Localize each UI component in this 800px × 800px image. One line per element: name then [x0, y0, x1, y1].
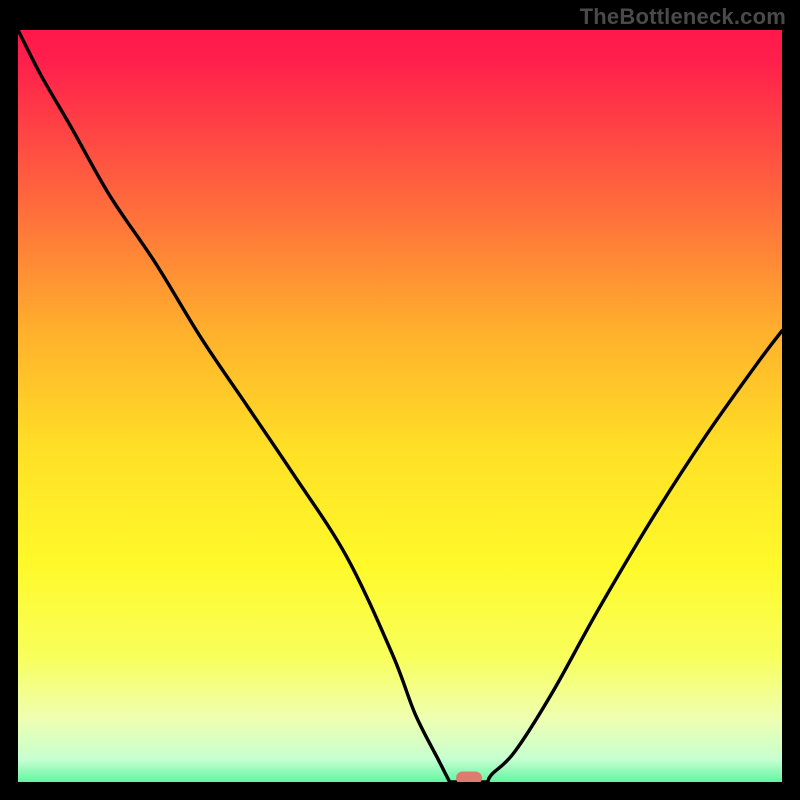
- chart-frame: TheBottleneck.com: [0, 0, 800, 800]
- curve-layer: [18, 30, 782, 782]
- watermark-text: TheBottleneck.com: [580, 4, 786, 30]
- optimum-marker: [456, 772, 482, 783]
- bottleneck-curve: [18, 30, 782, 782]
- plot-area: [18, 30, 782, 782]
